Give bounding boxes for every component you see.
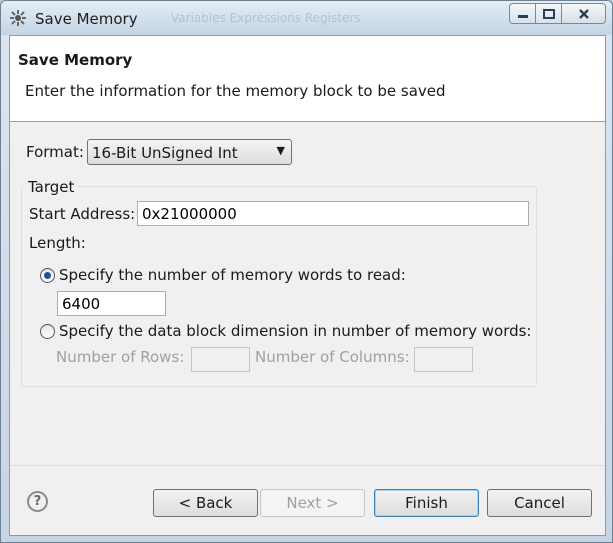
close-icon (578, 8, 589, 19)
app-icon (10, 10, 26, 26)
radio-specify-words-label[interactable]: Specify the number of memory words to re… (59, 266, 406, 284)
wizard-header: Save Memory Enter the information for th… (10, 36, 605, 122)
radio-specify-words[interactable] (40, 268, 55, 283)
close-button[interactable] (561, 3, 606, 24)
back-button[interactable]: < Back (153, 489, 258, 517)
format-label: Format: (26, 143, 84, 161)
words-count-input[interactable] (57, 291, 166, 316)
columns-label: Number of Columns: (255, 348, 410, 366)
help-icon[interactable]: ? (27, 491, 48, 512)
rows-input[interactable] (191, 347, 250, 372)
radio-specify-dimension[interactable] (40, 324, 55, 339)
format-dropdown[interactable]: 16-Bit UnSigned Int ▼ (87, 139, 292, 165)
next-button[interactable]: Next > (260, 489, 365, 517)
format-dropdown-value: 16-Bit UnSigned Int (92, 144, 238, 162)
page-title: Save Memory (18, 51, 133, 69)
dialog-client-area: Save Memory Enter the information for th… (9, 35, 606, 536)
minimize-button[interactable] (509, 3, 536, 24)
target-group-title: Target (25, 178, 78, 196)
start-address-label: Start Address: (29, 205, 136, 223)
start-address-input[interactable] (137, 201, 529, 226)
minimize-icon (517, 14, 528, 18)
background-tabs-text: Variables Expressions Registers (171, 11, 361, 25)
caption-buttons (509, 3, 606, 25)
cancel-button[interactable]: Cancel (487, 489, 592, 517)
maximize-button[interactable] (535, 3, 562, 24)
chevron-down-icon: ▼ (276, 144, 285, 157)
columns-input[interactable] (414, 347, 473, 372)
window-title: Save Memory (35, 10, 138, 28)
length-label: Length: (29, 234, 86, 252)
footer-separator (10, 465, 605, 466)
maximize-icon (542, 8, 555, 19)
title-bar[interactable]: Variables Expressions Registers Save Mem… (1, 1, 612, 35)
finish-button[interactable]: Finish (374, 489, 479, 517)
page-message: Enter the information for the memory blo… (25, 82, 446, 100)
rows-label: Number of Rows: (56, 348, 185, 366)
dialog-window: Variables Expressions Registers Save Mem… (0, 0, 613, 543)
radio-specify-dimension-label[interactable]: Specify the data block dimension in numb… (59, 322, 532, 340)
